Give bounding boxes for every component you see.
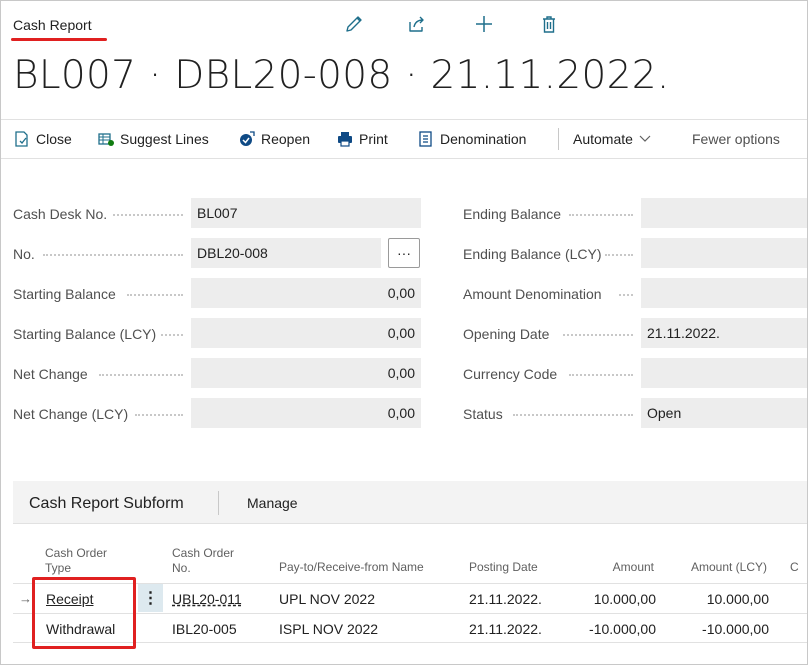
- ending-balance-lcy-label: Ending Balance (LCY): [463, 246, 602, 262]
- denomination-doc-icon: [417, 130, 435, 148]
- subform-title: Cash Report Subform: [29, 495, 184, 512]
- currency-code-field[interactable]: [641, 358, 807, 388]
- label-dots: [99, 374, 183, 376]
- row-1-amount-lcy[interactable]: 10.000,00: [671, 591, 769, 607]
- net-change-lcy-label: Net Change (LCY): [13, 406, 129, 422]
- row-2-name[interactable]: ISPL NOV 2022: [279, 621, 378, 637]
- label-dots: [569, 374, 633, 376]
- starting-balance-lcy-label: Starting Balance (LCY): [13, 326, 157, 342]
- close-doc-icon: [13, 130, 31, 148]
- reopen-button[interactable]: Reopen: [238, 120, 310, 158]
- label-dots: [127, 294, 183, 296]
- net-change-field[interactable]: 0,00: [191, 358, 421, 388]
- col-header-next[interactable]: C: [790, 560, 799, 575]
- print-button[interactable]: Print: [336, 120, 388, 158]
- row-1-no[interactable]: UBL20-011: [172, 591, 242, 607]
- net-change-lcy-field[interactable]: 0,00: [191, 398, 421, 428]
- col-header-amount-lcy[interactable]: Amount (LCY): [671, 560, 767, 575]
- plus-icon[interactable]: [473, 13, 495, 35]
- type-column-highlight: [32, 577, 136, 649]
- print-icon: [336, 130, 354, 148]
- col-header-name[interactable]: Pay-to/Receive-from Name: [279, 560, 424, 575]
- row-1-name[interactable]: UPL NOV 2022: [279, 591, 375, 607]
- label-dots: [569, 214, 633, 216]
- label-dots: [619, 294, 633, 296]
- close-button[interactable]: Close: [13, 120, 72, 158]
- col-header-line: No.: [172, 561, 191, 575]
- starting-balance-lcy-field[interactable]: 0,00: [191, 318, 421, 348]
- label-dots: [113, 214, 183, 216]
- row-1-amount[interactable]: 10.000,00: [561, 591, 656, 607]
- share-icon[interactable]: [406, 13, 428, 35]
- opening-date-field[interactable]: 21.11.2022.: [641, 318, 807, 348]
- col-header-cash-order-type[interactable]: Cash Order Type: [45, 546, 107, 576]
- starting-balance-field[interactable]: 0,00: [191, 278, 421, 308]
- cash-desk-no-label: Cash Desk No.: [13, 206, 108, 222]
- reopen-icon: [238, 130, 256, 148]
- close-label: Close: [36, 131, 72, 147]
- reopen-label: Reopen: [261, 131, 311, 147]
- suggest-lines-icon: [97, 130, 115, 148]
- trash-icon[interactable]: [538, 13, 560, 35]
- no-field[interactable]: DBL20-008: [191, 238, 381, 268]
- fewer-options-button[interactable]: Fewer options: [692, 120, 780, 158]
- ending-balance-label: Ending Balance: [463, 206, 562, 222]
- row-actions-menu-icon[interactable]: ⋮: [138, 584, 163, 612]
- automate-menu[interactable]: Automate: [573, 120, 652, 158]
- no-label: No.: [13, 246, 35, 262]
- col-header-line: Cash Order: [172, 546, 235, 560]
- col-header-line: Type: [45, 561, 72, 575]
- action-bar: Close Suggest Lines Reopen Print Denomin…: [1, 119, 807, 159]
- row-2-no[interactable]: IBL20-005: [172, 621, 237, 637]
- currency-code-label: Currency Code: [463, 366, 558, 382]
- page-title: BL007 · DBL20-008 · 21.11.2022.: [13, 53, 670, 98]
- net-change-label: Net Change: [13, 366, 88, 382]
- col-header-cash-order-no[interactable]: Cash Order No.: [172, 546, 234, 576]
- pencil-icon[interactable]: [343, 13, 365, 35]
- fewer-options-label: Fewer options: [692, 131, 780, 147]
- status-label: Status: [463, 406, 503, 422]
- label-dots: [563, 334, 633, 336]
- col-header-line: Cash Order: [45, 546, 108, 560]
- automate-label: Automate: [573, 131, 633, 147]
- cash-report-page: Cash Report BL007 · DBL20-008 · 21.11.20…: [0, 0, 808, 665]
- cash-desk-no-field[interactable]: BL007: [191, 198, 421, 228]
- caption-highlight: [11, 38, 107, 41]
- row-1-date[interactable]: 21.11.2022.: [469, 591, 542, 607]
- manage-button[interactable]: Manage: [247, 495, 298, 511]
- label-dots: [135, 414, 183, 416]
- no-assist-button[interactable]: ···: [388, 238, 420, 268]
- denomination-button[interactable]: Denomination: [417, 120, 526, 158]
- row-2-amount-lcy[interactable]: -10.000,00: [671, 621, 769, 637]
- action-separator: [558, 128, 559, 150]
- amount-denomination-label: Amount Denomination: [463, 286, 602, 302]
- row-2-date[interactable]: 21.11.2022.: [469, 621, 542, 637]
- amount-denomination-field[interactable]: [641, 278, 807, 308]
- label-dots: [513, 414, 633, 416]
- print-label: Print: [359, 131, 388, 147]
- ending-balance-lcy-field[interactable]: [641, 238, 807, 268]
- page-caption: Cash Report: [13, 17, 92, 33]
- row-2-amount[interactable]: -10.000,00: [561, 621, 656, 637]
- col-header-amount[interactable]: Amount: [561, 560, 654, 575]
- suggest-lines-button[interactable]: Suggest Lines: [97, 120, 209, 158]
- label-dots: [43, 254, 183, 256]
- status-field[interactable]: Open: [641, 398, 807, 428]
- chevron-down-icon: [638, 131, 652, 148]
- col-header-posting-date[interactable]: Posting Date: [469, 560, 538, 575]
- label-dots: [605, 254, 633, 256]
- opening-date-label: Opening Date: [463, 326, 550, 342]
- ending-balance-field[interactable]: [641, 198, 807, 228]
- label-dots: [161, 334, 183, 336]
- denomination-label: Denomination: [440, 131, 527, 147]
- subform-separator: [218, 491, 219, 515]
- suggest-lines-label: Suggest Lines: [120, 131, 209, 147]
- current-row-arrow-icon: →: [19, 591, 32, 606]
- starting-balance-label: Starting Balance: [13, 286, 116, 302]
